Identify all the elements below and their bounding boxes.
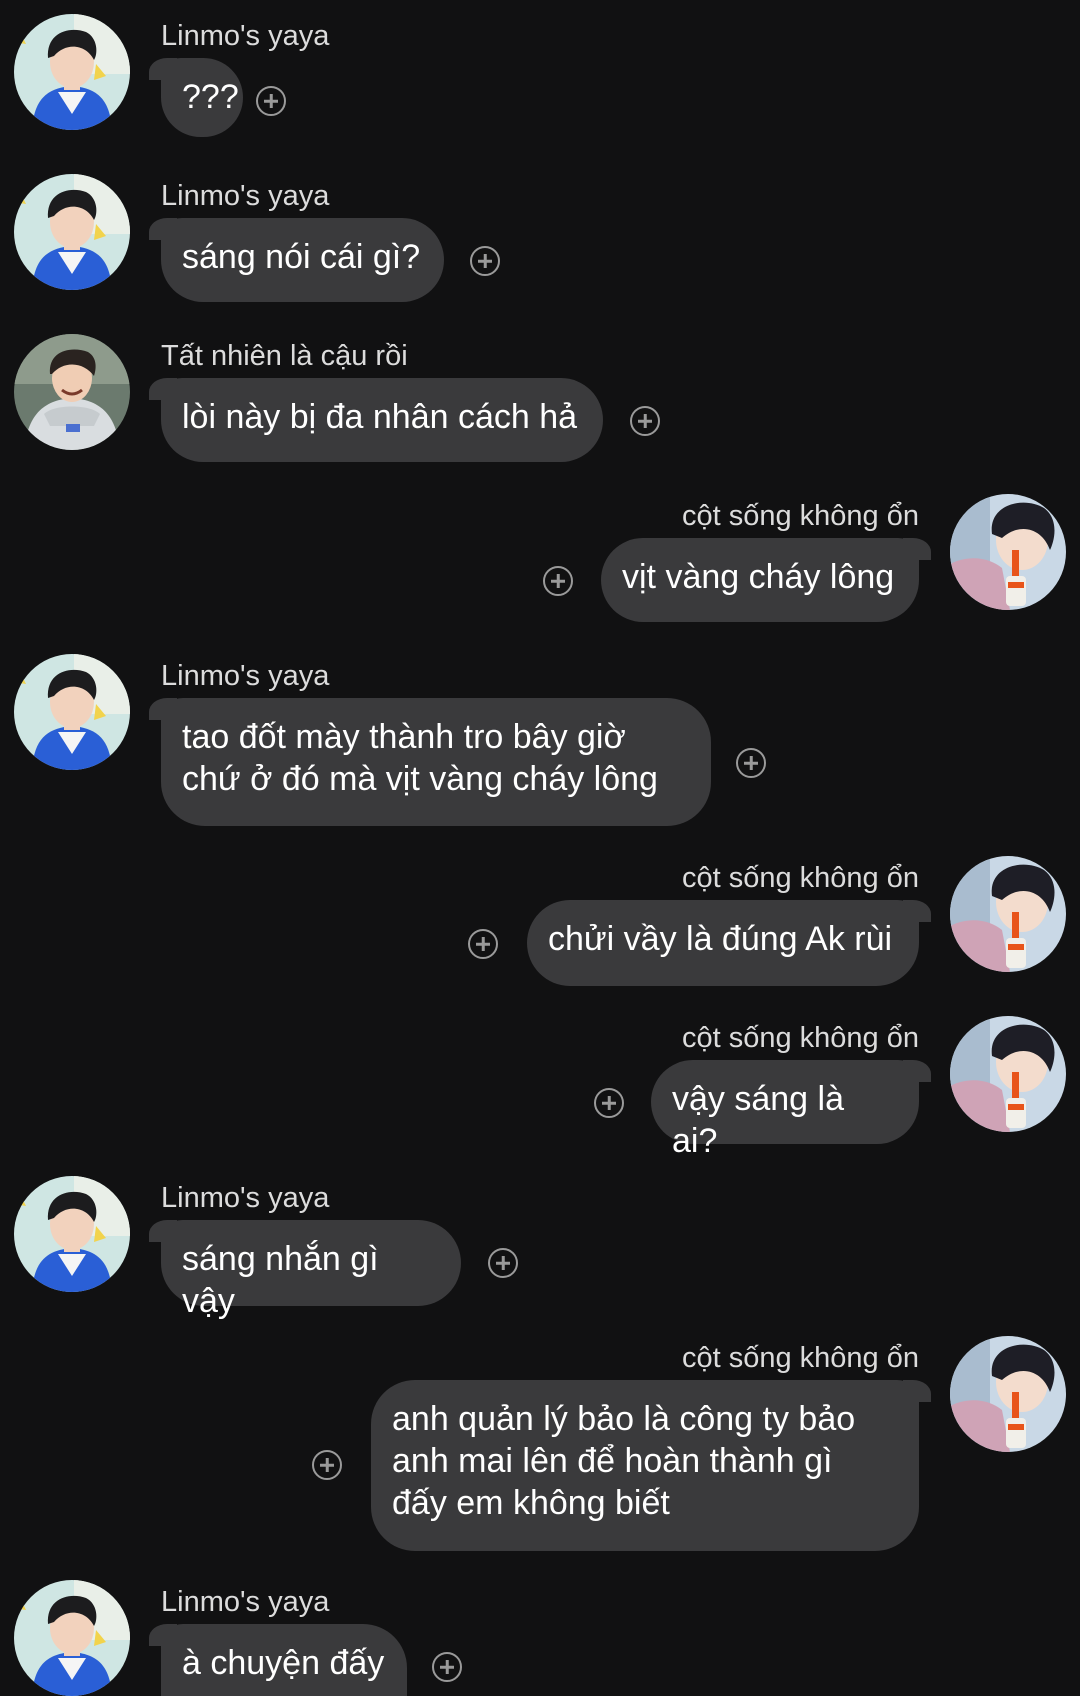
sender-name: cột sống không ổn	[681, 1022, 919, 1054]
avatar-blue-jacket-icon	[14, 654, 130, 770]
add-reaction-icon[interactable]	[736, 748, 766, 778]
avatar[interactable]	[14, 174, 130, 290]
avatar-blue-jacket-icon	[14, 1580, 130, 1696]
sender-name: cột sống không ổn	[681, 500, 919, 532]
add-reaction-icon[interactable]	[630, 406, 660, 436]
avatar-blue-jacket-icon	[14, 14, 130, 130]
sender-name: Linmo's yaya	[161, 180, 330, 212]
avatar[interactable]	[950, 856, 1066, 972]
avatar[interactable]	[14, 654, 130, 770]
sender-name: Linmo's yaya	[161, 1182, 330, 1214]
message-bubble[interactable]: anh quản lý bảo là công ty bảo anh mai l…	[371, 1380, 931, 1551]
message-bubble[interactable]: vịt vàng cháy lông	[601, 538, 931, 622]
message-bubble[interactable]: tao đốt mày thành tro bây giờ chứ ở đó m…	[149, 698, 711, 826]
avatar-drinking-icon	[950, 494, 1066, 610]
add-reaction-icon[interactable]	[432, 1652, 462, 1682]
message-bubble[interactable]: vậy sáng là ai?	[651, 1060, 931, 1160]
avatar[interactable]	[14, 1580, 130, 1696]
sender-name: Linmo's yaya	[161, 660, 330, 692]
sender-name: cột sống không ổn	[681, 862, 919, 894]
avatar[interactable]	[14, 1176, 130, 1292]
avatar-drinking-icon	[950, 1336, 1066, 1452]
avatar[interactable]	[950, 1336, 1066, 1452]
avatar-blue-jacket-icon	[14, 1176, 130, 1292]
sender-name: Linmo's yaya	[161, 1586, 330, 1618]
message-bubble[interactable]: sáng nhắn gì vậy	[149, 1220, 461, 1320]
add-reaction-icon[interactable]	[470, 246, 500, 276]
avatar-grey-hoodie-icon	[14, 334, 130, 450]
message-bubble[interactable]: chửi vầy là đúng Ak rùi	[527, 900, 931, 986]
avatar-drinking-icon	[950, 1016, 1066, 1132]
add-reaction-icon[interactable]	[488, 1248, 518, 1278]
avatar[interactable]	[14, 334, 130, 450]
sender-name: cột sống không ổn	[681, 1342, 919, 1374]
message-bubble[interactable]: lòi này bị đa nhân cách hả	[149, 378, 603, 462]
avatar[interactable]	[950, 494, 1066, 610]
message-bubble[interactable]: à chuyện đấy	[149, 1624, 407, 1696]
sender-name: Linmo's yaya	[161, 20, 330, 52]
add-reaction-icon[interactable]	[256, 86, 286, 116]
message-bubble[interactable]: ???	[149, 58, 243, 137]
add-reaction-icon[interactable]	[312, 1450, 342, 1480]
avatar-blue-jacket-icon	[14, 174, 130, 290]
add-reaction-icon[interactable]	[543, 566, 573, 596]
sender-name: Tất nhiên là cậu rồi	[161, 340, 408, 372]
message-bubble[interactable]: sáng nói cái gì?	[149, 218, 444, 302]
add-reaction-icon[interactable]	[594, 1088, 624, 1118]
avatar[interactable]	[950, 1016, 1066, 1132]
avatar-drinking-icon	[950, 856, 1066, 972]
avatar[interactable]	[14, 14, 130, 130]
add-reaction-icon[interactable]	[468, 929, 498, 959]
